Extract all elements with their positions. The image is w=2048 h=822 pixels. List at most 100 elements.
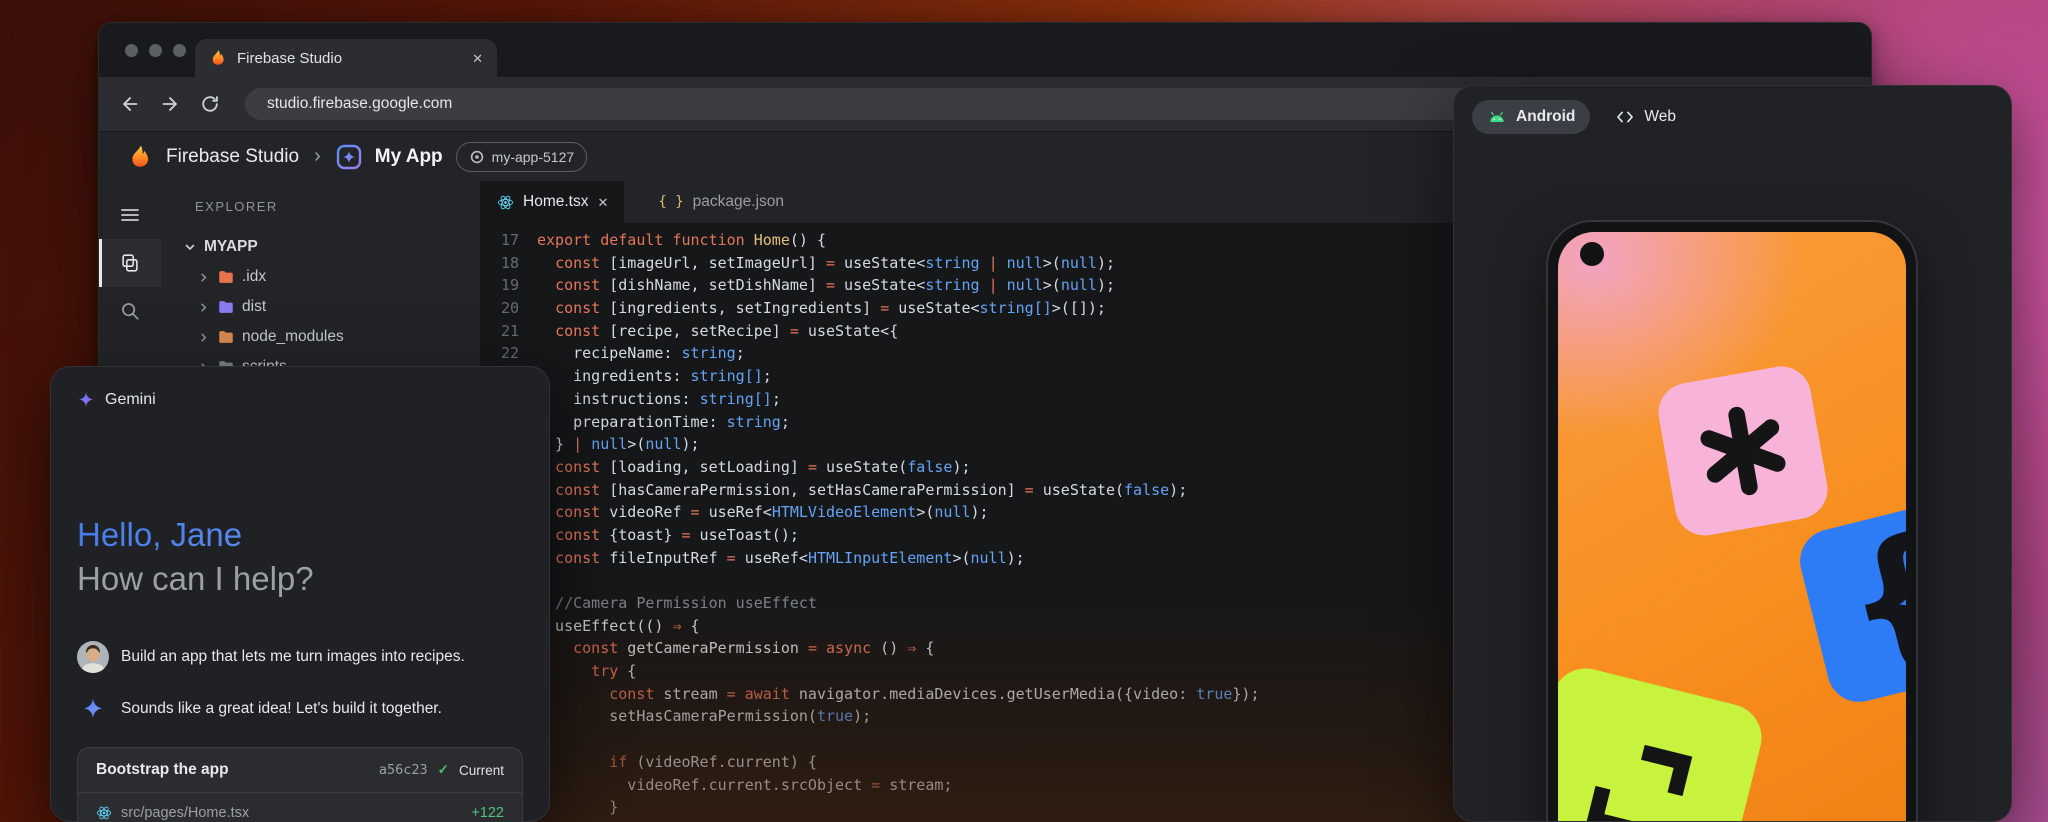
avatar bbox=[77, 641, 109, 673]
green-sticker bbox=[1558, 661, 1769, 822]
commit-hash: a56c23 bbox=[379, 762, 428, 778]
files-icon bbox=[119, 252, 141, 274]
toggle-web[interactable]: Web bbox=[1600, 100, 1691, 134]
tree-item-idx[interactable]: .idx bbox=[161, 262, 480, 292]
camera-punch-hole bbox=[1580, 242, 1604, 266]
curly-brace-glyph: { bbox=[1829, 512, 1906, 683]
editor-tab-label: Home.tsx bbox=[523, 193, 588, 211]
tree-item-label: node_modules bbox=[242, 328, 344, 346]
diff-count: +122 bbox=[471, 805, 504, 821]
tree-item-dist[interactable]: dist bbox=[161, 292, 480, 322]
gemini-greeting: Hello, Jane How can I help? bbox=[77, 513, 523, 601]
app-id-label: my-app-5127 bbox=[492, 149, 575, 165]
app-id-badge[interactable]: my-app-5127 bbox=[456, 142, 588, 172]
files-button[interactable] bbox=[99, 239, 161, 287]
editor-tab-home-tsx[interactable]: Home.tsx ✕ bbox=[481, 181, 624, 223]
code-brackets-icon bbox=[1615, 107, 1635, 127]
explorer-title: EXPLORER bbox=[195, 199, 480, 214]
react-icon bbox=[497, 194, 514, 211]
react-icon bbox=[96, 805, 112, 821]
close-icon[interactable]: ✕ bbox=[472, 52, 483, 65]
menu-icon bbox=[119, 204, 141, 226]
chevron-down-icon bbox=[183, 240, 197, 254]
platform-toggles: Android Web bbox=[1472, 100, 1691, 134]
editor-tab-label: package.json bbox=[693, 193, 784, 211]
gemini-title: Gemini bbox=[105, 391, 156, 409]
tree-item-label: dist bbox=[242, 298, 266, 316]
gemini-header: Gemini bbox=[77, 391, 523, 409]
folder-icon bbox=[217, 268, 235, 286]
firebase-flame-icon bbox=[127, 144, 153, 170]
line-number: 17 bbox=[481, 229, 537, 252]
forward-icon[interactable] bbox=[153, 87, 187, 121]
toggle-android-label: Android bbox=[1516, 108, 1575, 126]
greeting-line-2: How can I help? bbox=[77, 557, 523, 601]
file-tree: MYAPP .idx dist node bbox=[161, 232, 480, 382]
editor-tab-package-json[interactable]: { } package.json bbox=[642, 181, 800, 223]
status-badge: Current bbox=[459, 763, 504, 778]
toggle-android[interactable]: Android bbox=[1472, 100, 1590, 134]
tree-root[interactable]: MYAPP bbox=[161, 232, 480, 262]
line-number: 22 bbox=[481, 342, 537, 365]
task-card-header: Bootstrap the app a56c23 ✓ Current bbox=[78, 748, 522, 792]
chevron-right-icon bbox=[197, 301, 210, 314]
task-card[interactable]: Bootstrap the app a56c23 ✓ Current src/p… bbox=[77, 747, 523, 822]
search-icon bbox=[119, 300, 141, 322]
gemini-message-text: Sounds like a great idea! Let's build it… bbox=[121, 700, 442, 718]
prototype-icon bbox=[469, 149, 485, 165]
folder-icon bbox=[217, 328, 235, 346]
file-path: src/pages/Home.tsx bbox=[121, 805, 249, 821]
window-control-dot[interactable] bbox=[125, 44, 138, 57]
browser-tab-title: Firebase Studio bbox=[237, 50, 462, 67]
check-icon: ✓ bbox=[438, 762, 449, 778]
close-icon[interactable]: ✕ bbox=[597, 196, 608, 209]
window-control-dot[interactable] bbox=[149, 44, 162, 57]
toggle-web-label: Web bbox=[1644, 108, 1676, 126]
android-icon bbox=[1487, 110, 1507, 124]
pink-sticker bbox=[1654, 362, 1832, 540]
browser-titlebar: Firebase Studio ✕ bbox=[99, 23, 1871, 77]
chat-message-gemini: Sounds like a great idea! Let's build it… bbox=[77, 693, 523, 725]
chevron-right-icon bbox=[197, 271, 210, 284]
line-number: 21 bbox=[481, 320, 537, 343]
browser-tab[interactable]: Firebase Studio ✕ bbox=[195, 39, 497, 77]
asterisk-icon bbox=[1683, 391, 1803, 511]
gemini-sparkle-icon bbox=[77, 693, 109, 725]
chat-message-user: Build an app that lets me turn images in… bbox=[77, 641, 523, 673]
chevron-right-icon bbox=[197, 331, 210, 344]
gemini-panel: Gemini Hello, Jane How can I help? Build… bbox=[50, 366, 550, 822]
task-card-meta: a56c23 ✓ Current bbox=[379, 762, 504, 778]
greeting-line-1: Hello, Jane bbox=[77, 513, 523, 557]
tree-item-label: .idx bbox=[242, 268, 266, 286]
brackets-icon bbox=[1558, 706, 1724, 822]
tree-root-label: MYAPP bbox=[204, 238, 258, 256]
app-name: My App bbox=[375, 146, 443, 168]
window-control-dot[interactable] bbox=[173, 44, 186, 57]
menu-button[interactable] bbox=[99, 191, 161, 239]
phone-screen[interactable]: { bbox=[1558, 232, 1906, 822]
search-button[interactable] bbox=[99, 287, 161, 335]
scene: Firebase Studio ✕ studio.firebase.google… bbox=[0, 0, 2048, 822]
url-text: studio.firebase.google.com bbox=[267, 95, 452, 113]
task-card-title: Bootstrap the app bbox=[96, 761, 229, 779]
braces-icon: { } bbox=[658, 194, 683, 210]
gemini-sparkle-icon bbox=[77, 391, 95, 409]
breadcrumb-separator: › bbox=[314, 145, 321, 168]
device-preview-panel: Android Web { bbox=[1453, 85, 2012, 822]
firebase-flame-icon bbox=[209, 49, 227, 67]
brand-title: Firebase Studio bbox=[166, 146, 299, 168]
line-number: 18 bbox=[481, 252, 537, 275]
task-card-file-row[interactable]: src/pages/Home.tsx +122 bbox=[78, 792, 522, 822]
chat-messages: Build an app that lets me turn images in… bbox=[77, 641, 523, 725]
blue-sticker: { bbox=[1793, 495, 1906, 708]
line-number: 20 bbox=[481, 297, 537, 320]
app-icon bbox=[336, 144, 362, 170]
back-icon[interactable] bbox=[113, 87, 147, 121]
reload-icon[interactable] bbox=[193, 87, 227, 121]
user-message-text: Build an app that lets me turn images in… bbox=[121, 648, 465, 666]
line-number: 19 bbox=[481, 274, 537, 297]
window-controls bbox=[125, 44, 186, 57]
folder-icon bbox=[217, 298, 235, 316]
tree-item-node-modules[interactable]: node_modules bbox=[161, 322, 480, 352]
phone-mockup: { bbox=[1546, 220, 1918, 822]
